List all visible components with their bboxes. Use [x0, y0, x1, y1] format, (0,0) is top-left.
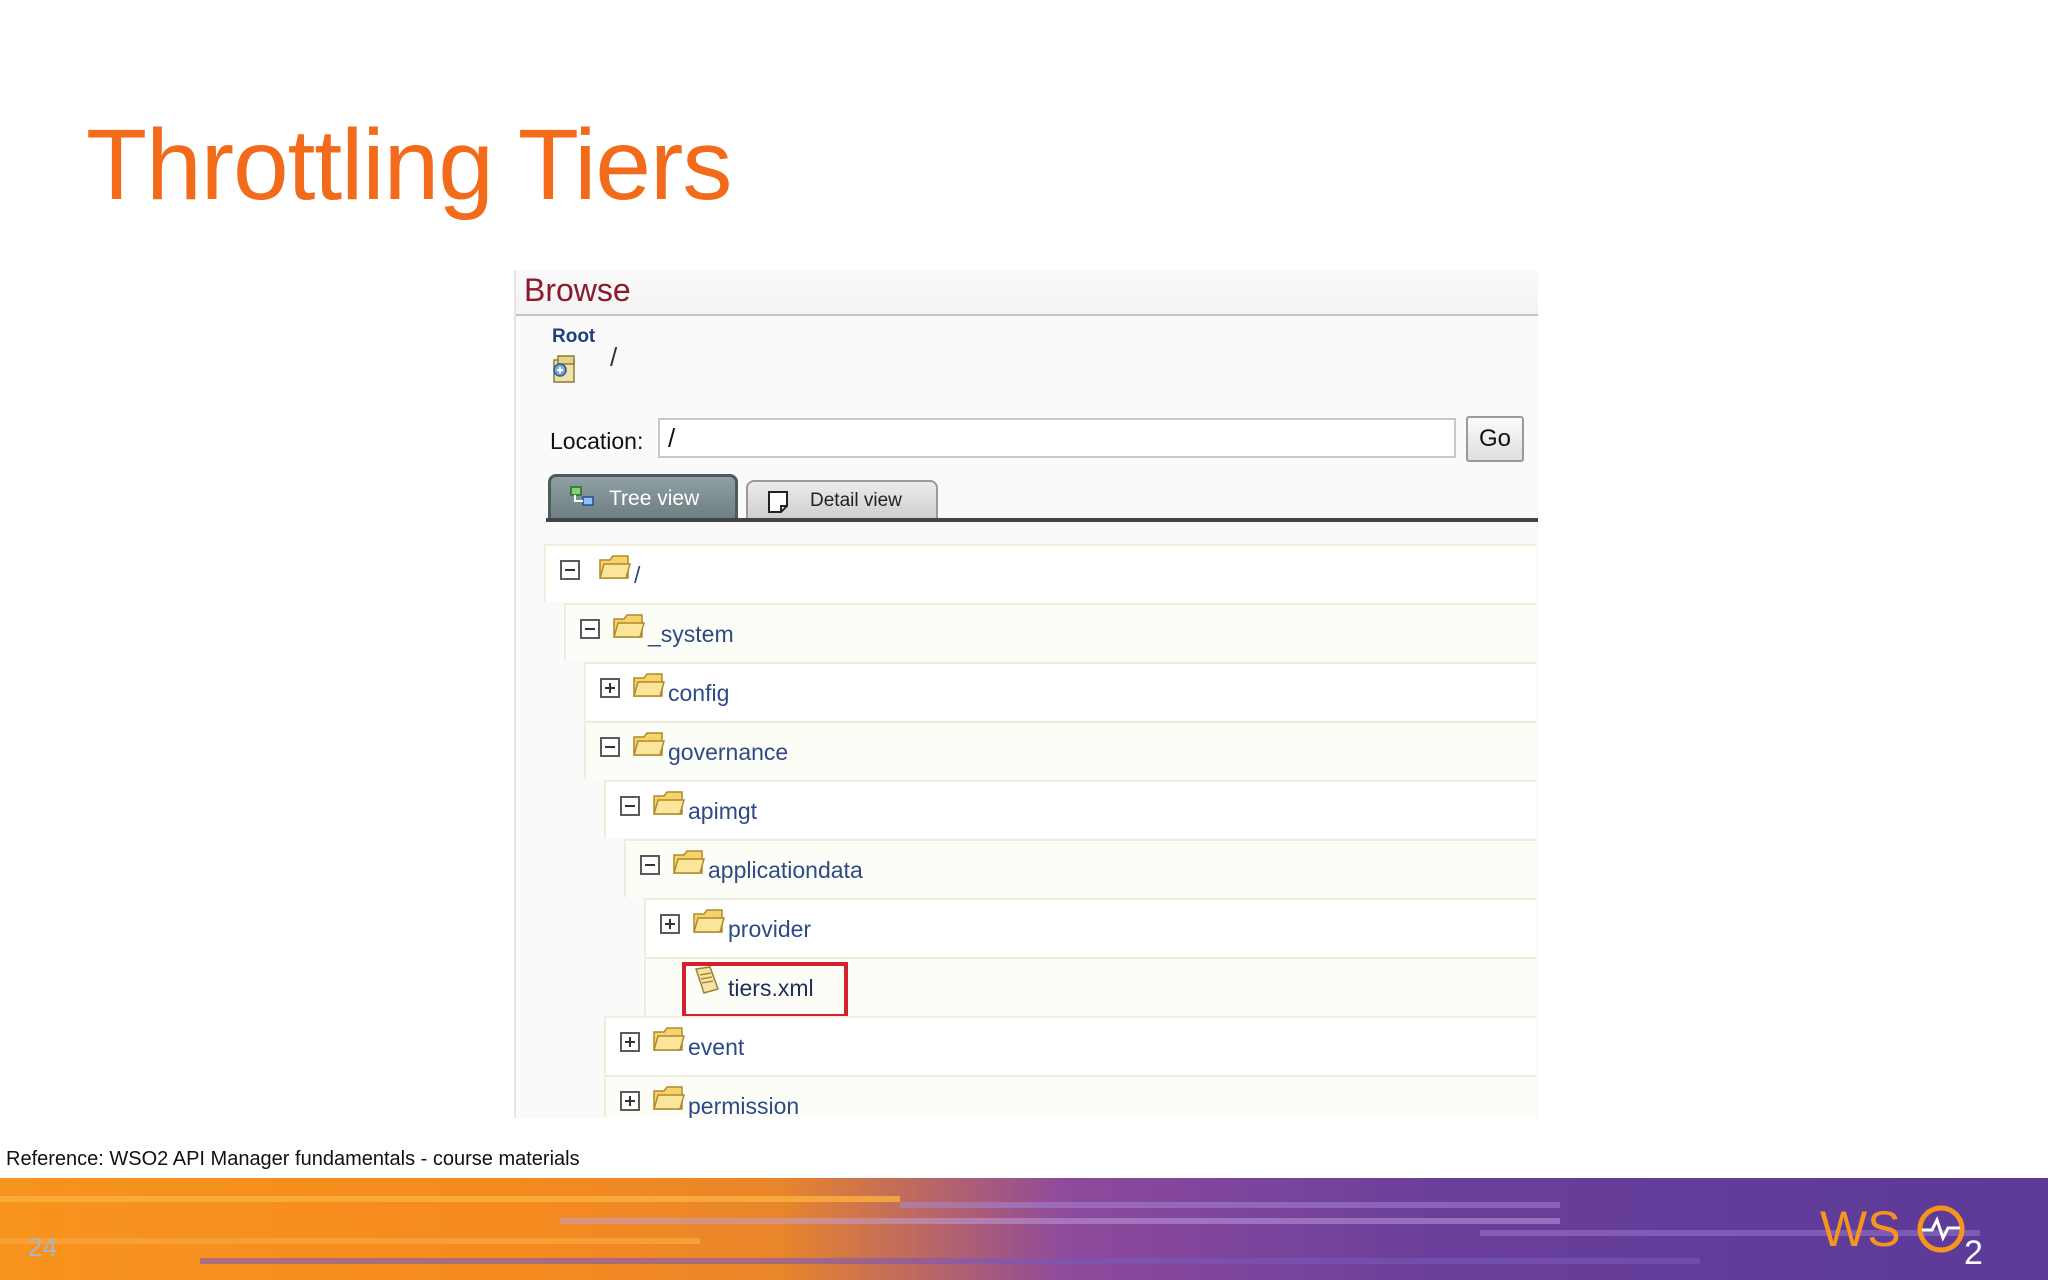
folder-icon — [693, 909, 725, 933]
collapse-toggle-icon[interactable] — [600, 737, 620, 757]
tree-row-system: _system — [564, 603, 1536, 661]
page-number: 24 — [28, 1232, 57, 1262]
tree-node-link[interactable]: provider — [728, 916, 811, 943]
reference-note: Reference: WSO2 API Manager fundamentals… — [6, 1148, 580, 1170]
slide-title: Throttling Tiers — [86, 109, 732, 221]
expand-toggle-icon[interactable] — [600, 678, 620, 698]
footer-stripe — [0, 1238, 700, 1244]
folder-icon — [599, 555, 631, 579]
tree-node-link[interactable]: governance — [668, 739, 788, 766]
footer-stripe — [560, 1218, 1560, 1224]
tab-tree-view[interactable]: Tree view — [548, 474, 738, 522]
svg-text:2: 2 — [1964, 1234, 1983, 1266]
footer-band — [0, 1178, 2048, 1280]
tree-node-link[interactable]: permission — [688, 1093, 799, 1118]
folder-icon — [653, 791, 685, 815]
tree-row-provider: provider — [644, 898, 1536, 956]
tree-row-root: / — [544, 544, 1536, 602]
browse-title: Browse — [524, 272, 631, 308]
collapse-toggle-icon[interactable] — [580, 619, 600, 639]
footer-stripe — [200, 1258, 1700, 1264]
tree-row-applicationdata: applicationdata — [624, 839, 1536, 897]
highlight-box — [682, 962, 848, 1018]
collapse-toggle-icon[interactable] — [620, 796, 640, 816]
root-path: / — [610, 342, 618, 372]
expand-toggle-icon[interactable] — [620, 1091, 640, 1111]
folder-icon — [653, 1027, 685, 1051]
folder-icon — [633, 673, 665, 697]
tree-row-event: event — [604, 1016, 1536, 1074]
tree-node-link[interactable]: config — [668, 680, 729, 707]
tree-row-governance: governance — [584, 721, 1536, 779]
tree-node-link[interactable]: applicationdata — [708, 857, 863, 884]
folder-icon — [673, 850, 705, 874]
tree-row-apimgt: apimgt — [604, 780, 1536, 838]
root-registry-icon[interactable] — [550, 352, 580, 384]
tree-node-link[interactable]: _system — [648, 621, 734, 648]
folder-icon — [613, 614, 645, 638]
go-button[interactable]: Go — [1466, 416, 1524, 462]
footer-stripe — [0, 1196, 900, 1202]
folder-icon — [633, 732, 665, 756]
tree-row-permission: permission — [604, 1075, 1536, 1118]
detail-view-icon — [768, 491, 788, 513]
browse-header: Browse — [516, 270, 1538, 316]
tree-view-icon — [570, 486, 594, 506]
tab-detail-view[interactable]: Detail view — [746, 480, 938, 520]
expand-toggle-icon[interactable] — [660, 914, 680, 934]
footer-stripe — [900, 1202, 1560, 1208]
collapse-toggle-icon[interactable] — [560, 560, 580, 580]
expand-toggle-icon[interactable] — [620, 1032, 640, 1052]
tree-node-link[interactable]: event — [688, 1034, 744, 1061]
tree-node-link[interactable]: apimgt — [688, 798, 757, 825]
root-link[interactable]: Root — [552, 326, 595, 348]
tree-node-link[interactable]: / — [634, 562, 640, 589]
tabs-divider — [546, 518, 1538, 522]
location-input[interactable]: / — [658, 418, 1456, 458]
tab-detail-view-label: Detail view — [810, 490, 902, 511]
tab-tree-view-label: Tree view — [609, 487, 700, 510]
collapse-toggle-icon[interactable] — [640, 855, 660, 875]
tree-row-config: config — [584, 662, 1536, 720]
location-label: Location: — [550, 428, 644, 454]
wso2-logo: WS 2 — [1820, 1201, 1983, 1266]
folder-icon — [653, 1086, 685, 1110]
svg-text:WS: WS — [1820, 1201, 1901, 1257]
